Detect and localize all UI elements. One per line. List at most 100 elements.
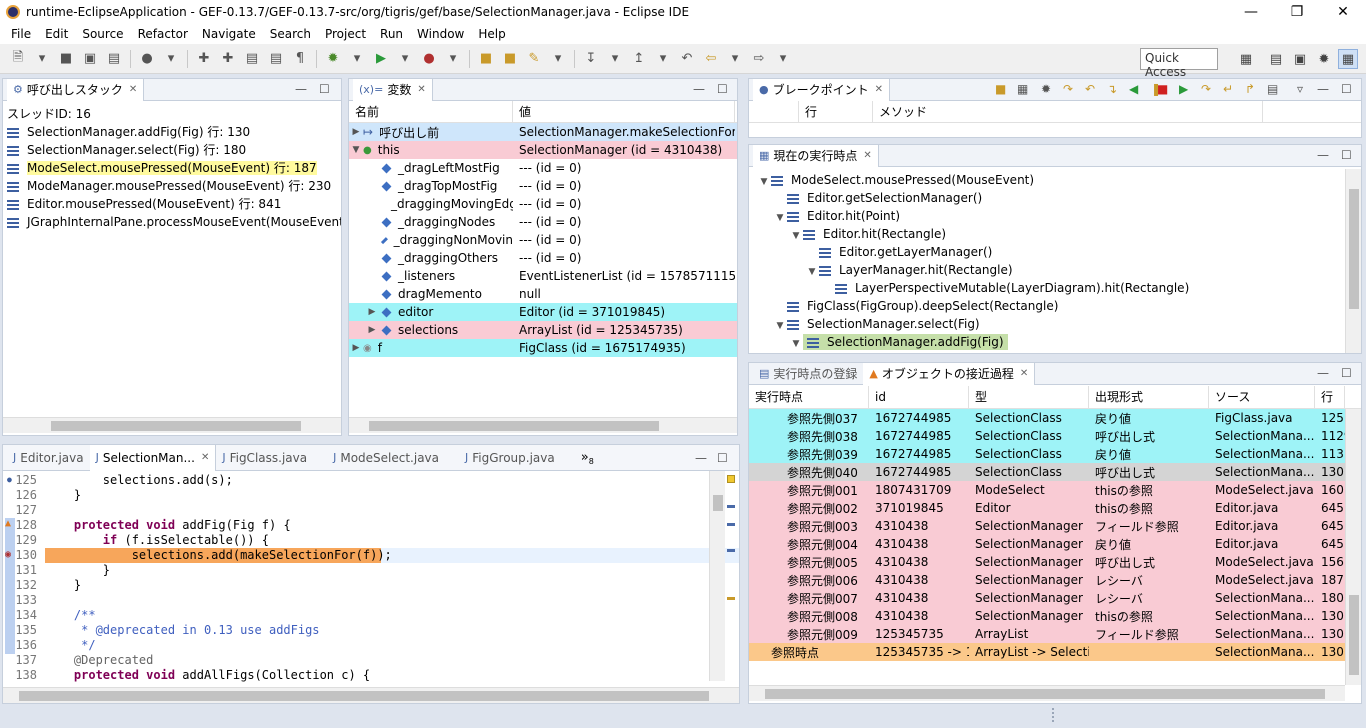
tab-modeselect-java[interactable]: J ModeSelect.java <box>327 445 445 471</box>
java-perspective-icon[interactable]: ▣ <box>1290 49 1310 69</box>
scroll-thumb[interactable] <box>765 689 1325 699</box>
code-line[interactable]: 132 } <box>3 578 739 593</box>
trace-row[interactable]: 参照先側038 1672744985 SelectionClass 呼び出し式 Sele… <box>749 427 1361 445</box>
variable-row[interactable]: dragMemento null <box>349 285 737 303</box>
step-back-icon[interactable]: ↶ <box>1085 82 1095 96</box>
scroll-thumb[interactable] <box>1349 189 1359 309</box>
code-line[interactable]: 125 selections.add(s); <box>3 473 739 488</box>
menu-navigate[interactable]: Navigate <box>195 27 263 41</box>
print-icon[interactable]: ▤ <box>105 50 123 68</box>
menu-run[interactable]: Run <box>373 27 410 41</box>
minimize-icon[interactable]: — <box>295 82 307 96</box>
tree-node[interactable]: ▼ Editor.hit(Rectangle) <box>749 225 1361 243</box>
menu-source[interactable]: Source <box>75 27 130 41</box>
debug-icon[interactable]: ✹ <box>324 50 342 68</box>
step-over-icon[interactable]: ↷ <box>1201 82 1211 96</box>
trace-row[interactable]: 参照元側008 4310438 SelectionManager thisの参照 Sel… <box>749 607 1361 625</box>
dropdown-icon[interactable]: ▾ <box>396 50 414 68</box>
menu-search[interactable]: Search <box>263 27 318 41</box>
variable-row[interactable]: ▶ ↦ 呼び出し前 SelectionManager.makeSelectionFor… <box>349 123 737 141</box>
open-icon[interactable]: ■ <box>995 82 1006 96</box>
step-icon[interactable]: ↷ <box>1063 82 1073 96</box>
forward-icon[interactable]: ⇨ <box>750 50 768 68</box>
view-menu-icon[interactable]: ▿ <box>1297 82 1303 96</box>
tab-call-stack[interactable]: ⚙ 呼び出しスタック ✕ <box>7 78 145 101</box>
menu-file[interactable]: File <box>4 27 38 41</box>
horizontal-scrollbar[interactable] <box>3 417 341 433</box>
code-line[interactable]: 138 protected void addAllFigs(Collection… <box>3 668 739 683</box>
close-icon[interactable]: ✕ <box>875 84 883 95</box>
variable-row[interactable]: _draggingMovingEdg --- (id = 0) <box>349 195 737 213</box>
skip-breakpoints-icon[interactable]: ✚ <box>195 50 213 68</box>
tab-figgroup-java[interactable]: J FigGroup.java <box>459 445 561 471</box>
collapse-icon[interactable]: ▼ <box>773 209 787 225</box>
tree-node[interactable]: ▼ LayerManager.hit(Rectangle) <box>749 261 1361 279</box>
dropdown-icon[interactable]: ▾ <box>774 50 792 68</box>
menu-edit[interactable]: Edit <box>38 27 75 41</box>
close-icon[interactable]: ✕ <box>417 84 425 95</box>
vertical-scrollbar[interactable] <box>709 471 725 681</box>
scroll-thumb[interactable] <box>713 495 723 511</box>
column-source[interactable]: ソース <box>1209 385 1315 408</box>
new-icon[interactable]: 🗎 <box>9 50 27 68</box>
quick-access-field[interactable]: Quick Access <box>1140 48 1218 79</box>
variable-row[interactable]: ▼ ● this SelectionManager (id = 4310438) <box>349 141 737 159</box>
menu-refactor[interactable]: Refactor <box>131 27 195 41</box>
tab-overflow-icon[interactable]: » <box>581 450 589 465</box>
last-edit-icon[interactable]: ↶ <box>678 50 696 68</box>
variable-row[interactable]: _draggingOthers --- (id = 0) <box>349 249 737 267</box>
tree-node[interactable]: FigClass(FigGroup).deepSelect(Rectangle) <box>749 297 1361 315</box>
maximize-icon[interactable]: ❐ <box>1274 0 1320 24</box>
column-line[interactable]: 行 <box>799 100 873 123</box>
stack-frame-selected[interactable]: ModeSelect.mousePressed(MouseEvent) 行: 1… <box>7 159 341 177</box>
save-icon[interactable]: ■ <box>57 50 75 68</box>
column-type[interactable]: 型 <box>969 385 1089 408</box>
tab-object-approach[interactable]: ▲ オブジェクトの接近過程 ✕ <box>863 362 1036 385</box>
trace-row[interactable]: 参照元側004 4310438 SelectionManager 戻り値 Editor.… <box>749 535 1361 553</box>
trace-row[interactable]: 参照元側009 125345735 ArrayList フィールド参照 Selectio… <box>749 625 1361 643</box>
close-icon[interactable]: ✕ <box>129 84 137 95</box>
column-value[interactable]: 値 <box>513 100 735 123</box>
trace-row[interactable]: 参照元側006 4310438 SelectionManager レシーバ ModeSe… <box>749 571 1361 589</box>
menu-window[interactable]: Window <box>410 27 471 41</box>
collapse-icon[interactable]: ▼ <box>773 317 787 333</box>
variable-row[interactable]: ▶ ◉ f FigClass (id = 1675174935) <box>349 339 737 357</box>
maximize-icon[interactable]: ☐ <box>717 451 728 465</box>
trace-row[interactable]: 参照元側002 371019845 Editor thisの参照 Editor.java… <box>749 499 1361 517</box>
code-line[interactable]: 137 @Deprecated <box>3 653 739 668</box>
trace-row[interactable]: 参照先側037 1672744985 SelectionClass 戻り値 FigCla… <box>749 409 1361 427</box>
next-annotation-icon[interactable]: ↧ <box>582 50 600 68</box>
tab-execution-points[interactable]: ▤ 実行時点の登録 <box>753 363 863 385</box>
prev-annotation-icon[interactable]: ↥ <box>630 50 648 68</box>
variable-row[interactable]: _dragTopMostFig --- (id = 0) <box>349 177 737 195</box>
stack-frame[interactable]: Editor.mousePressed(MouseEvent) 行: 841 <box>7 195 341 213</box>
tree-node[interactable]: Editor.getSelectionManager() <box>749 189 1361 207</box>
expand-icon[interactable]: ▶ <box>349 343 363 353</box>
maximize-icon[interactable]: ☐ <box>1341 366 1352 380</box>
dropdown-icon[interactable]: ▾ <box>348 50 366 68</box>
code-line[interactable]: 133 <box>3 593 739 608</box>
trace-row[interactable]: 参照時点 125345735 -> 1... ArrayList -> Select… <box>749 643 1361 661</box>
horizontal-scrollbar[interactable] <box>749 685 1345 701</box>
tree-node[interactable]: ▼ ModeSelect.mousePressed(MouseEvent) <box>749 171 1361 189</box>
maximize-icon[interactable]: ☐ <box>319 82 330 96</box>
dropdown-icon[interactable]: ▾ <box>33 50 51 68</box>
column-exec-point[interactable]: 実行時点 <box>749 385 869 408</box>
dropdown-icon[interactable]: ▾ <box>726 50 744 68</box>
variable-row[interactable]: ▶ selections ArrayList (id = 125345735) <box>349 321 737 339</box>
stack-frame[interactable]: SelectionManager.addFig(Fig) 行: 130 <box>7 123 341 141</box>
collapse-all-icon[interactable]: ▤ <box>1267 82 1278 96</box>
scroll-thumb[interactable] <box>1349 595 1359 675</box>
open-perspective-icon[interactable]: ▦ <box>1236 49 1256 69</box>
column-method[interactable]: メソッド <box>873 100 1263 123</box>
vertical-scrollbar[interactable] <box>1345 409 1361 685</box>
debug-perspective-icon[interactable]: ✹ <box>1314 49 1334 69</box>
column-name[interactable]: 名前 <box>349 100 513 123</box>
stack-frame[interactable]: SelectionManager.select(Fig) 行: 180 <box>7 141 341 159</box>
code-line[interactable]: 127 <box>3 503 739 518</box>
resource-perspective-icon[interactable]: ▤ <box>1266 49 1286 69</box>
code-line[interactable]: 126 } <box>3 488 739 503</box>
dropdown-icon[interactable]: ▾ <box>654 50 672 68</box>
horizontal-scrollbar[interactable] <box>3 687 739 703</box>
tree-node[interactable]: ▼ Editor.hit(Point) <box>749 207 1361 225</box>
